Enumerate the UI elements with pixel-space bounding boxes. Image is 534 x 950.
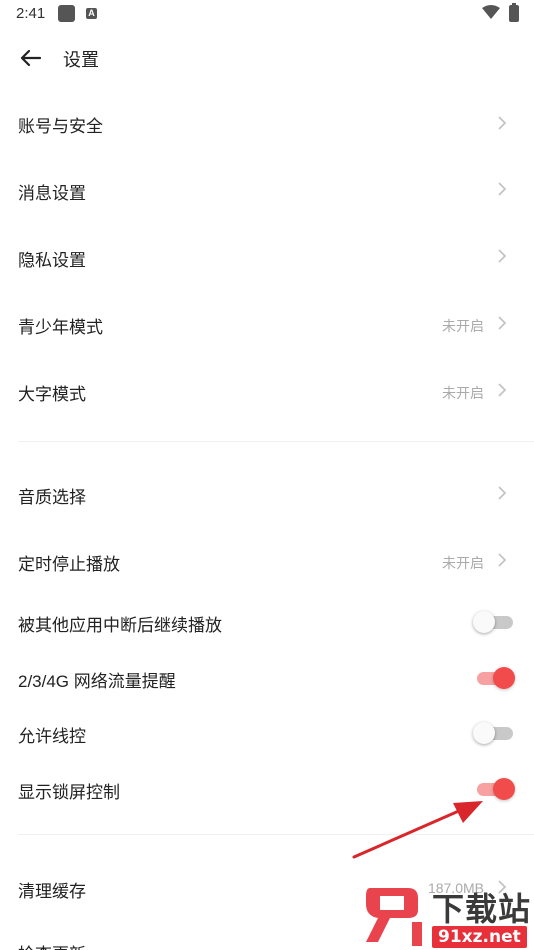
settings-item-status: 未开启 [442, 385, 484, 401]
toggle-knob [473, 722, 495, 744]
settings-item-status: 未开启 [442, 318, 484, 334]
header: 设置 [0, 36, 534, 80]
notification-a-icon: A [86, 8, 97, 19]
settings-item-label: 隐私设置 [18, 251, 86, 270]
settings-item-status: 未开启 [442, 555, 484, 571]
watermark-logo-icon [366, 888, 422, 946]
settings-item-label: 音质选择 [18, 488, 86, 507]
resume-playback-toggle[interactable] [473, 610, 515, 634]
settings-item-label: 显示锁屏控制 [18, 783, 120, 802]
settings-item-label: 检查更新 [18, 940, 86, 950]
settings-item-sound-quality[interactable]: 音质选择 [0, 462, 534, 524]
status-time: 2:41 [16, 5, 46, 22]
annotation-arrow-icon [352, 801, 483, 859]
watermark-domain: 91xz.net [432, 926, 527, 948]
chevron-right-icon [498, 486, 507, 500]
wifi-icon [482, 5, 500, 19]
settings-item-account[interactable]: 账号与安全 [0, 92, 534, 154]
chevron-right-icon [498, 116, 507, 130]
section-divider [18, 441, 534, 442]
chevron-right-icon [498, 383, 507, 397]
settings-item-label: 消息设置 [18, 184, 86, 203]
settings-item-label: 定时停止播放 [18, 555, 120, 574]
settings-item-label: 2/3/4G 网络流量提醒 [18, 672, 176, 691]
settings-item-sleep-timer[interactable]: 定时停止播放 未开启 [0, 529, 534, 591]
settings-item-label: 被其他应用中断后继续播放 [18, 616, 222, 635]
watermark: 下载站 91xz.net [360, 882, 534, 950]
settings-item-teen-mode[interactable]: 青少年模式 未开启 [0, 292, 534, 354]
wire-control-toggle[interactable] [473, 721, 515, 745]
notification-app-icon [58, 5, 75, 22]
settings-item-label: 清理缓存 [18, 882, 86, 901]
settings-item-label: 大字模式 [18, 385, 86, 404]
settings-item-label: 账号与安全 [18, 117, 103, 136]
chevron-right-icon [498, 249, 507, 263]
settings-item-label: 允许线控 [18, 727, 86, 746]
settings-item-privacy[interactable]: 隐私设置 [0, 225, 534, 287]
traffic-alert-toggle[interactable] [473, 666, 515, 690]
chevron-right-icon [498, 553, 507, 567]
toggle-knob [493, 778, 515, 800]
settings-item-big-font-mode[interactable]: 大字模式 未开启 [0, 359, 534, 421]
status-bar: 2:41 A [0, 0, 534, 28]
toggle-knob [473, 611, 495, 633]
page-title: 设置 [63, 50, 99, 70]
settings-item-resume-playback: 被其他应用中断后继续播放 [0, 596, 534, 648]
chevron-right-icon [498, 182, 507, 196]
chevron-right-icon [498, 316, 507, 330]
settings-item-message[interactable]: 消息设置 [0, 158, 534, 220]
back-arrow-icon[interactable] [20, 48, 42, 68]
settings-item-traffic-alert: 2/3/4G 网络流量提醒 [0, 652, 534, 704]
watermark-text: 下载站 [432, 890, 532, 928]
settings-item-wire-control: 允许线控 [0, 708, 534, 760]
toggle-knob [493, 667, 515, 689]
battery-icon [509, 3, 519, 22]
settings-item-label: 青少年模式 [18, 318, 103, 337]
